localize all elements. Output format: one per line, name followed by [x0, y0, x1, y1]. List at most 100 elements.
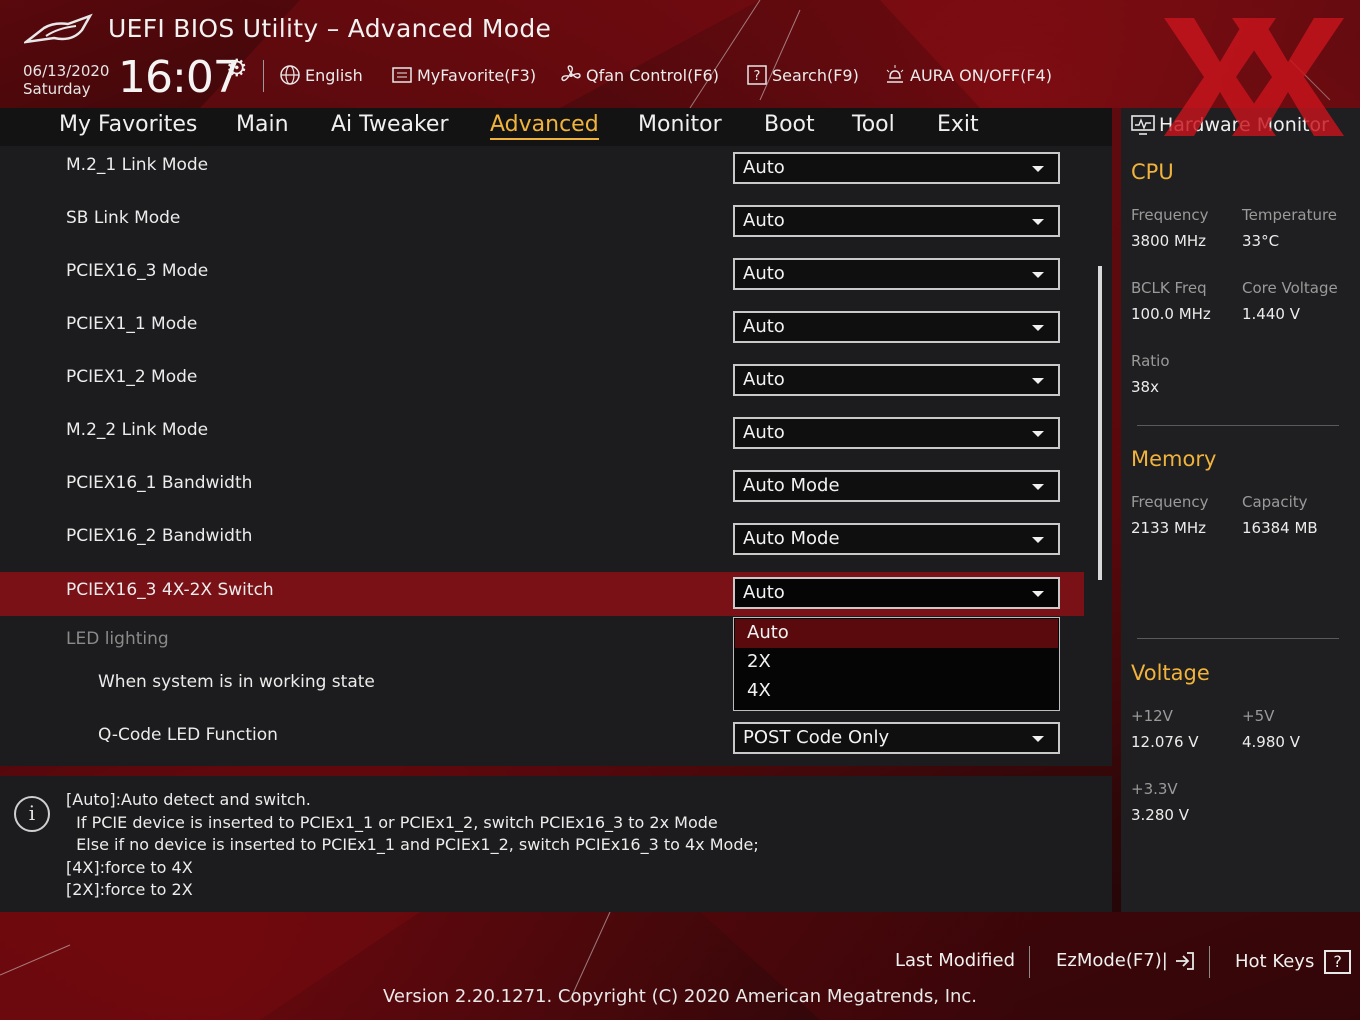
help-text-line: If PCIE device is inserted to PCIEx1_1 o…: [66, 813, 718, 832]
setting-row[interactable]: PCIEX1_1 Mode Auto: [0, 305, 1084, 349]
setting-select[interactable]: Auto: [733, 258, 1060, 290]
qfan-button[interactable]: Qfan Control(F6): [560, 60, 719, 90]
cpu-frequency-label: Frequency: [1131, 206, 1209, 224]
hw-divider: [1137, 638, 1339, 639]
setting-label: PCIEX1_1 Mode: [66, 314, 198, 334]
setting-row[interactable]: Q-Code LED Function POST Code Only: [0, 717, 1084, 761]
footer-divider: [1209, 946, 1210, 978]
select-value: Auto: [743, 157, 785, 178]
select-value: Auto: [743, 316, 785, 337]
v33-label: +3.3V: [1131, 780, 1178, 798]
tab-exit[interactable]: Exit: [937, 112, 979, 137]
setting-row[interactable]: SB Link Mode Auto: [0, 199, 1084, 243]
setting-select[interactable]: Auto: [733, 311, 1060, 343]
last-modified-button[interactable]: Last Modified: [895, 950, 1015, 971]
setting-row[interactable]: PCIEX1_2 Mode Auto: [0, 358, 1084, 402]
v12-label: +12V: [1131, 707, 1173, 725]
cpu-temperature-label: Temperature: [1242, 206, 1338, 224]
tab-monitor[interactable]: Monitor: [638, 112, 722, 137]
date-block: 06/13/2020 Saturday: [23, 62, 109, 98]
setting-row[interactable]: M.2_2 Link Mode Auto: [0, 411, 1084, 455]
select-value: Auto: [743, 369, 785, 390]
aura-light-icon: [884, 64, 906, 86]
gear-icon[interactable]: ⚙: [226, 54, 248, 82]
dropdown-option[interactable]: 2X: [735, 648, 1058, 677]
led-lighting-group-label: LED lighting: [66, 629, 169, 649]
voltage-heading: Voltage: [1131, 661, 1210, 685]
setting-select[interactable]: Auto: [733, 364, 1060, 396]
memory-capacity-label: Capacity: [1242, 493, 1308, 511]
working-state-label[interactable]: When system is in working state: [98, 672, 375, 692]
select-value: Auto: [743, 263, 785, 284]
cpu-temperature-value: 33°C: [1242, 232, 1280, 250]
tab-my-favorites[interactable]: My Favorites: [59, 112, 197, 137]
svg-text:?: ?: [754, 69, 761, 84]
help-text-line: Else if no device is inserted to PCIEx1_…: [66, 835, 759, 854]
setting-select[interactable]: Auto Mode: [733, 523, 1060, 555]
help-panel: i [Auto]:Auto detect and switch. If PCIE…: [0, 776, 1112, 912]
setting-select[interactable]: Auto: [733, 152, 1060, 184]
setting-row-selected[interactable]: PCIEX16_3 4X-2X Switch Auto: [0, 572, 1084, 616]
date-text: 06/13/2020: [23, 62, 110, 80]
globe-icon: [279, 64, 301, 86]
setting-select[interactable]: Auto: [733, 205, 1060, 237]
select-value: Auto: [743, 582, 785, 603]
aura-button[interactable]: AURA ON/OFF(F4): [884, 60, 1052, 90]
setting-label: M.2_2 Link Mode: [66, 420, 209, 440]
footer-divider: [1029, 946, 1030, 978]
version-text: Version 2.20.1271. Copyright (C) 2020 Am…: [382, 986, 978, 1007]
dropdown-list: Auto 2X 4X: [733, 617, 1060, 711]
setting-label: Q-Code LED Function: [98, 725, 278, 745]
v5-value: 4.980 V: [1242, 733, 1300, 751]
exit-arrow-icon: [1175, 952, 1194, 970]
tab-advanced[interactable]: Advanced: [490, 112, 599, 140]
memory-capacity-value: 16384 MB: [1242, 519, 1318, 537]
v5-label: +5V: [1242, 707, 1275, 725]
search-help-icon: ?: [746, 64, 768, 86]
setting-select[interactable]: Auto Mode: [733, 470, 1060, 502]
search-button[interactable]: ? Search(F9): [746, 60, 859, 90]
info-icon: i: [14, 796, 50, 832]
dropdown-arrow-icon: [1032, 325, 1044, 331]
tab-tool[interactable]: Tool: [852, 112, 895, 137]
select-value: Auto: [743, 210, 785, 231]
hot-keys-button[interactable]: Hot Keys ?: [1235, 950, 1352, 974]
rog-logo: [24, 13, 93, 44]
dropdown-arrow-icon: [1032, 272, 1044, 278]
setting-select[interactable]: Auto: [733, 417, 1060, 449]
tab-ai-tweaker[interactable]: Ai Tweaker: [331, 112, 449, 137]
select-value: Auto Mode: [743, 475, 840, 496]
memory-heading: Memory: [1131, 447, 1217, 471]
settings-scrollbar[interactable]: [1098, 266, 1102, 580]
select-value: Auto: [743, 422, 785, 443]
setting-row[interactable]: PCIEX16_2 Bandwidth Auto Mode: [0, 517, 1084, 561]
dropdown-option[interactable]: Auto: [735, 619, 1058, 648]
watermark-logo: [1164, 18, 1344, 136]
toolbar-divider: [263, 60, 264, 92]
setting-select[interactable]: POST Code Only: [733, 722, 1060, 754]
bclk-label: BCLK Freq: [1131, 279, 1207, 297]
ratio-label: Ratio: [1131, 352, 1170, 370]
setting-row[interactable]: PCIEX16_1 Bandwidth Auto Mode: [0, 464, 1084, 508]
dropdown-option[interactable]: 4X: [735, 677, 1058, 706]
setting-row[interactable]: PCIEX16_3 Mode Auto: [0, 252, 1084, 296]
memory-frequency-label: Frequency: [1131, 493, 1209, 511]
qfan-label: Qfan Control(F6): [586, 65, 719, 85]
setting-label: PCIEX16_3 Mode: [66, 261, 209, 281]
dropdown-arrow-icon: [1032, 591, 1044, 597]
setting-label: PCIEX1_2 Mode: [66, 367, 198, 387]
tab-main[interactable]: Main: [236, 112, 289, 137]
setting-select[interactable]: Auto: [733, 577, 1060, 609]
fan-icon: [560, 64, 582, 86]
core-voltage-label: Core Voltage: [1242, 279, 1338, 297]
v33-value: 3.280 V: [1131, 806, 1189, 824]
setting-row[interactable]: M.2_1 Link Mode Auto: [0, 146, 1084, 190]
hardware-monitor-panel: Hardware Monitor CPU Frequency Temperatu…: [1121, 108, 1360, 912]
myfavorite-button[interactable]: MyFavorite(F3): [391, 60, 536, 90]
language-button[interactable]: English: [279, 60, 363, 90]
ezmode-button[interactable]: EzMode(F7)|: [1056, 950, 1196, 972]
setting-label: PCIEX16_3 4X-2X Switch: [66, 580, 274, 600]
tab-boot[interactable]: Boot: [764, 112, 815, 137]
select-value: POST Code Only: [743, 727, 890, 748]
cpu-frequency-value: 3800 MHz: [1131, 232, 1207, 250]
